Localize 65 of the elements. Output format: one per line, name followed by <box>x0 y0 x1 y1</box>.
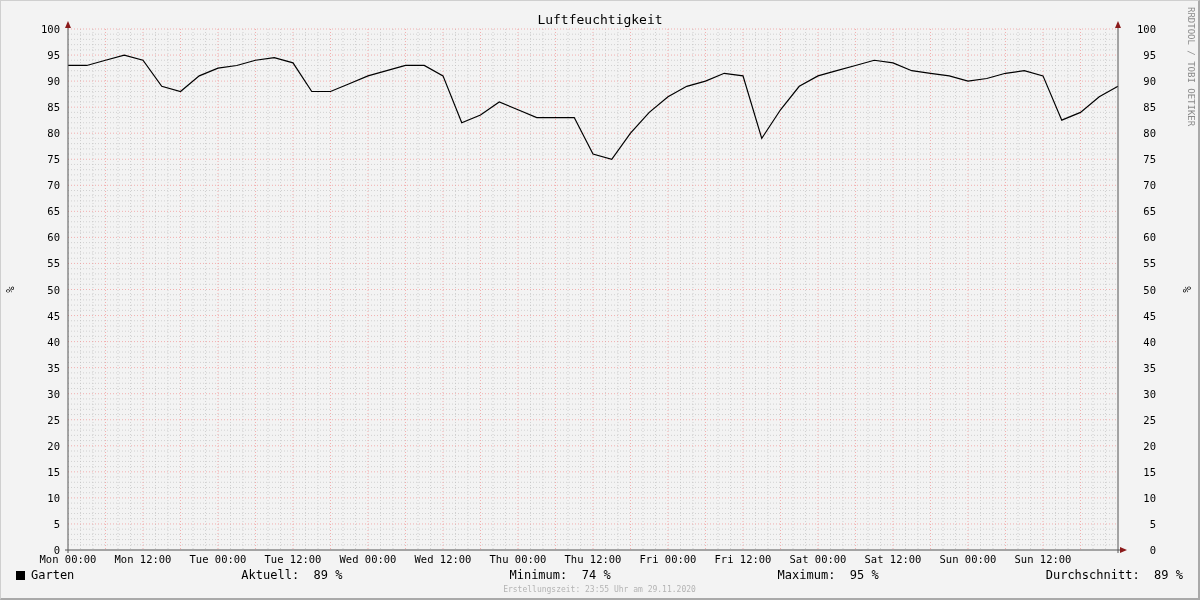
legend-stat: Minimum: 74 % <box>509 568 611 582</box>
y-tick-label: 5 <box>53 517 60 530</box>
y-tick-label: 70 <box>47 179 60 192</box>
x-tick-label: Sun 00:00 <box>939 553 997 565</box>
y-tick-label: 90 <box>47 75 60 88</box>
y-tick-label: 35 <box>47 361 60 374</box>
y-tick-label: 80 <box>1143 127 1156 140</box>
y-tick-label: 85 <box>47 101 60 114</box>
x-tick-label: Thu 12:00 <box>564 553 622 565</box>
y-tick-label: 45 <box>47 309 60 322</box>
legend-series-name: Garten <box>31 568 75 582</box>
legend-stat: Aktuell: 89 % <box>241 568 343 582</box>
y-tick-label: 75 <box>1143 153 1156 166</box>
y-tick-label: 0 <box>53 544 60 556</box>
x-tick-label: Wed 12:00 <box>414 553 472 565</box>
y-tick-label: 55 <box>47 257 60 270</box>
y-tick-label: 60 <box>47 231 60 244</box>
y-tick-label: 10 <box>1143 491 1156 504</box>
y-tick-label: 100 <box>1137 23 1156 35</box>
x-tick-label: Wed 00:00 <box>339 553 397 565</box>
y-tick-label: 30 <box>1143 387 1156 400</box>
x-tick-label: Sat 12:00 <box>864 553 922 565</box>
x-tick-label: Fri 00:00 <box>639 553 697 565</box>
y-tick-label: 40 <box>1143 335 1156 348</box>
y-tick-label: 95 <box>1143 49 1156 62</box>
x-tick-label: Fri 12:00 <box>714 553 772 565</box>
y-tick-label: 10 <box>47 491 60 504</box>
y-tick-label: 50 <box>1143 283 1156 296</box>
y-tick-label: 55 <box>1143 257 1156 270</box>
y-tick-label: 0 <box>1149 544 1156 556</box>
y-tick-label: 20 <box>1143 439 1156 452</box>
signature: RRDTOOL / TOBI OETIKER <box>1186 7 1196 127</box>
y-tick-label: 25 <box>47 413 60 426</box>
y-tick-label: 70 <box>1143 179 1156 192</box>
legend-stat: Maximum: 95 % <box>777 568 879 582</box>
y-tick-label: 25 <box>1143 413 1156 426</box>
x-tick-label: Mon 12:00 <box>114 553 172 565</box>
x-tick-label: Sat 00:00 <box>789 553 847 565</box>
chart-title: Luftfeuchtigkeit <box>537 12 663 27</box>
y-tick-label: 75 <box>47 153 60 166</box>
y-tick-label: 45 <box>1143 309 1156 322</box>
y-tick-label: 60 <box>1143 231 1156 244</box>
y-tick-label: 90 <box>1143 75 1156 88</box>
x-tick-label: Tue 00:00 <box>189 553 247 565</box>
x-tick-label: Thu 00:00 <box>489 553 547 565</box>
y-tick-label: 35 <box>1143 361 1156 374</box>
y-tick-label: 30 <box>47 387 60 400</box>
x-tick-label: Mon 00:00 <box>39 553 97 565</box>
y-axis-label: % <box>1181 286 1193 293</box>
y-tick-label: 15 <box>1143 465 1156 478</box>
y-tick-label: 65 <box>47 205 60 218</box>
y-tick-label: 85 <box>1143 101 1156 114</box>
y-tick-label: 20 <box>47 439 60 452</box>
y-tick-label: 95 <box>47 49 60 62</box>
y-tick-label: 65 <box>1143 205 1156 218</box>
x-tick-label: Sun 12:00 <box>1014 553 1072 565</box>
y-tick-label: 50 <box>47 283 60 296</box>
legend-stat: Durchschnitt: 89 % <box>1045 568 1183 582</box>
y-tick-label: 40 <box>47 335 60 348</box>
y-tick-label: 100 <box>41 23 60 35</box>
x-tick-label: Tue 12:00 <box>264 553 322 565</box>
y-tick-label: 80 <box>47 127 60 140</box>
y-tick-label: 5 <box>1149 517 1156 530</box>
y-tick-label: 15 <box>47 465 60 478</box>
y-axis-label: % <box>4 286 16 293</box>
